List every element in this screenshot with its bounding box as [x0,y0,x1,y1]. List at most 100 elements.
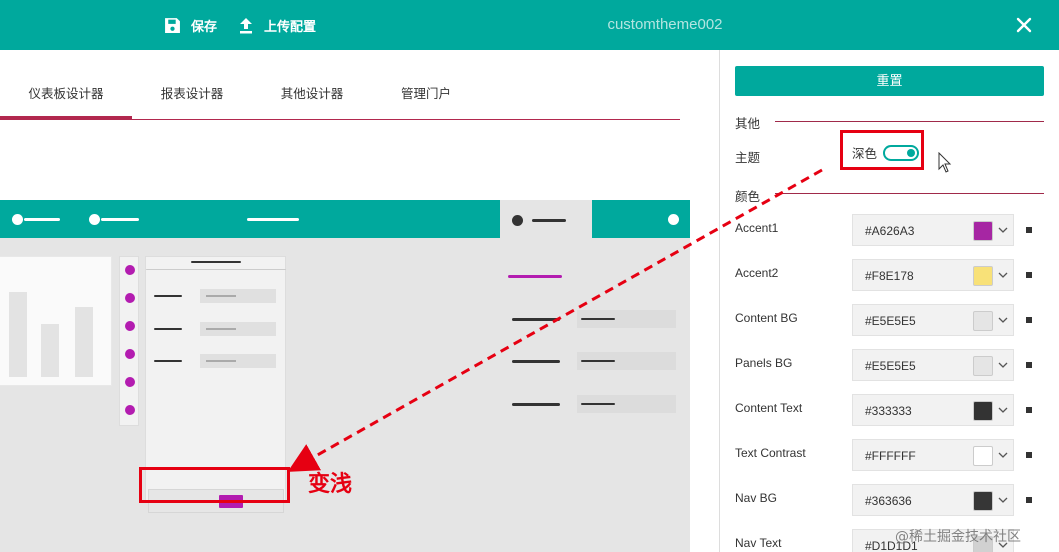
color-picker[interactable]: #FFFFFF [852,439,1014,471]
preview-nav-dot [668,214,679,225]
color-options-marker[interactable] [1026,227,1032,233]
preview-chart-bar [75,307,93,377]
color-value: #363636 [865,494,912,508]
color-label: Accent1 [735,221,779,235]
color-picker[interactable]: #A626A3 [852,214,1014,246]
save-label: 保存 [191,18,218,34]
color-swatch [973,266,993,286]
chevron-down-icon [998,227,1008,233]
color-options-marker[interactable] [1026,452,1032,458]
preview-panel-field [577,395,676,413]
preview-panel-line [532,219,566,222]
close-icon[interactable] [1012,13,1036,37]
top-bar: 保存 上传配置 customtheme002 [0,0,1059,50]
preview-panel-line [512,403,560,406]
preview-form-card [145,256,286,513]
preview-dot-list [119,256,139,426]
preview-panel-line [512,360,560,363]
tab-dashboard-designer[interactable]: 仪表板设计器 [0,68,132,119]
preview-form-label-line [154,295,182,297]
preview-side-panel [500,200,690,552]
color-swatch [973,446,993,466]
color-options-marker[interactable] [1026,362,1032,368]
preview-panel-field [577,352,676,370]
color-value: #E5E5E5 [865,314,916,328]
chevron-down-icon [998,362,1008,368]
color-swatch [973,401,993,421]
preview-nav-line [24,218,60,221]
highlight-box-theme [840,130,924,170]
preview-nav-dot [12,214,23,225]
preview-nav-dot [89,214,100,225]
preview-accent-dot [125,321,135,331]
preview-panel-accent-line [508,275,562,278]
color-options-marker[interactable] [1026,407,1032,413]
preview-accent-dot [125,293,135,303]
preview-accent-dot [125,265,135,275]
color-label: Nav BG [735,491,778,505]
color-value: #FFFFFF [865,449,916,463]
mouse-cursor-icon [938,152,952,173]
preview-title-line [247,218,299,221]
color-swatch [973,356,993,376]
upload-icon [240,17,252,33]
section-other-title: 其他 [735,117,761,131]
preview-nav-line [101,218,139,221]
color-options-marker[interactable] [1026,497,1032,503]
preview-chart-bar [9,292,27,377]
preview-accent-dot [125,405,135,415]
section-rule [775,193,1044,194]
theme-label: 主题 [735,151,761,165]
watermark-text: @稀土掘金技术社区 [895,529,1021,545]
tab-admin-portal[interactable]: 管理门户 [372,68,480,120]
preview-tabs: 仪表板设计器 报表设计器 其他设计器 管理门户 [0,68,680,120]
color-value: #333333 [865,404,912,418]
panel-separator [719,50,720,552]
color-picker[interactable]: #333333 [852,394,1014,426]
preview-chart-card [0,256,112,386]
color-value: #F8E178 [865,269,914,283]
tab-other-designer[interactable]: 其他设计器 [252,68,372,120]
theme-name-title: customtheme002 [607,16,723,33]
color-picker[interactable]: #E5E5E5 [852,304,1014,336]
color-options-marker[interactable] [1026,272,1032,278]
preview-form-title-line [191,261,241,263]
preview-form-field [200,354,276,368]
preview-accent-dot [125,349,135,359]
color-label: Text Contrast [735,446,806,460]
color-value: #A626A3 [865,224,915,238]
color-label: Content BG [735,311,798,325]
chevron-down-icon [998,407,1008,413]
annotation-label: 变浅 [308,472,353,497]
color-label: Nav Text [735,536,782,550]
save-button[interactable]: 保存 [164,0,217,50]
preview-form-label-line [154,360,182,362]
color-swatch [973,221,993,241]
save-icon [165,17,180,33]
color-picker[interactable]: #363636 [852,484,1014,516]
color-label: Content Text [735,401,803,415]
chevron-down-icon [998,272,1008,278]
color-options-marker[interactable] [1026,317,1032,323]
color-swatch [973,491,993,511]
preview-form-field [200,289,276,303]
preview-accent-dot [125,377,135,387]
preview-divider [146,269,286,270]
tab-report-designer[interactable]: 报表设计器 [132,68,252,120]
color-picker[interactable]: #E5E5E5 [852,349,1014,381]
preview-form-field [200,322,276,336]
color-picker[interactable]: #F8E178 [852,259,1014,291]
upload-config-button[interactable]: 上传配置 [238,0,316,50]
color-label: Accent2 [735,266,779,280]
color-value: #E5E5E5 [865,359,916,373]
section-rule [775,121,1044,122]
chevron-down-icon [998,317,1008,323]
preview-panel-header-fill [592,200,690,238]
preview-panel-dot [512,215,523,226]
preview-chart-bar [41,324,59,377]
reset-button[interactable]: 重置 [735,66,1044,96]
preview-panel-field [577,310,676,328]
chevron-down-icon [998,452,1008,458]
preview-panel-line [512,318,560,321]
chevron-down-icon [998,497,1008,503]
